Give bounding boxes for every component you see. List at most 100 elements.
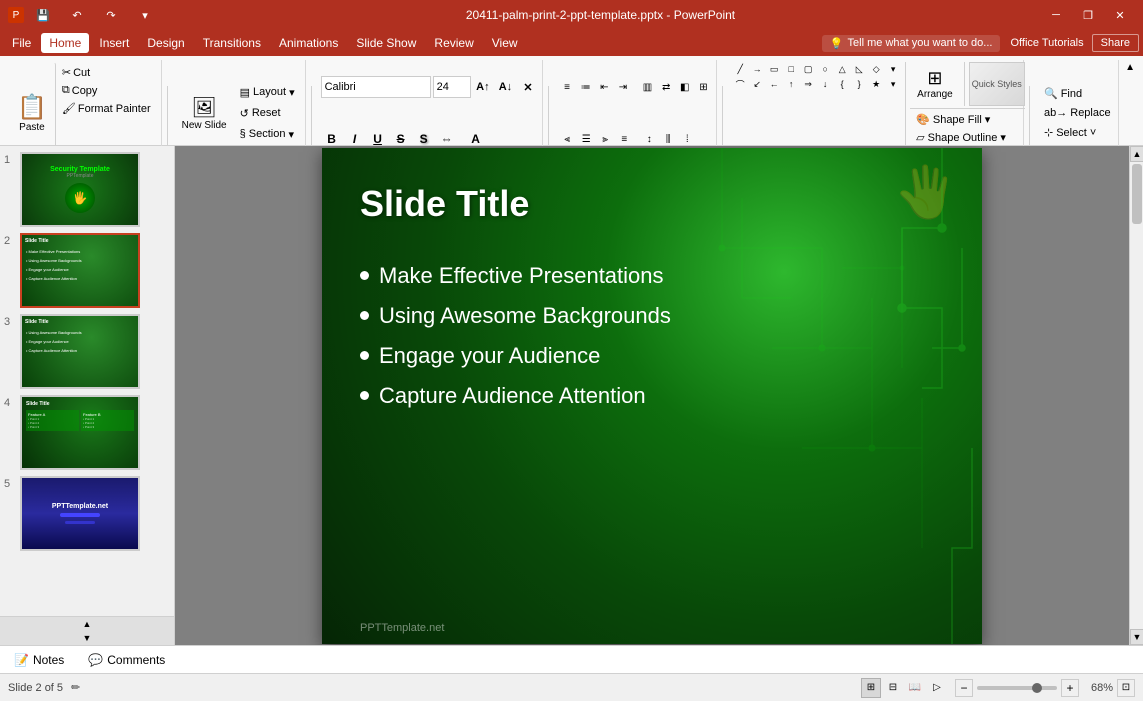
shape-right-brace[interactable]: } bbox=[851, 77, 867, 91]
shape-round-rect[interactable]: ▢ bbox=[800, 62, 816, 76]
reading-view-button[interactable]: 📖 bbox=[905, 678, 925, 698]
slide-image-5[interactable]: PPTTemplate.net bbox=[20, 476, 140, 551]
window-controls: ─ ❐ ✕ bbox=[1041, 5, 1135, 25]
bullets-button[interactable]: ≡ bbox=[558, 78, 576, 96]
panel-scroll-up[interactable]: ▲ bbox=[0, 617, 174, 631]
shape-more[interactable]: ▾ bbox=[885, 62, 901, 76]
bullet-text-3[interactable]: Engage your Audience bbox=[379, 343, 600, 369]
decrease-font-button[interactable]: A↓ bbox=[495, 77, 516, 97]
scroll-down-button[interactable]: ▼ bbox=[1130, 629, 1143, 645]
shape-tri[interactable]: △ bbox=[834, 62, 850, 76]
numbering-button[interactable]: ≔ bbox=[577, 78, 595, 96]
zoom-in-button[interactable]: + bbox=[1061, 679, 1079, 697]
shape-arrow[interactable]: → bbox=[749, 62, 765, 76]
shape-left-brace[interactable]: { bbox=[834, 77, 850, 91]
arrange-button[interactable]: ⊞ Arrange bbox=[910, 62, 960, 106]
normal-view-button[interactable]: ⊞ bbox=[861, 678, 881, 698]
bullet-text-2[interactable]: Using Awesome Backgrounds bbox=[379, 303, 671, 329]
slide-image-3[interactable]: Slide Title • Using Awesome Backgrounds … bbox=[20, 314, 140, 389]
menu-animations[interactable]: Animations bbox=[271, 33, 346, 53]
text-direction-button[interactable]: ⇄ bbox=[657, 78, 675, 96]
menu-view[interactable]: View bbox=[484, 33, 526, 53]
convert-smartart-button[interactable]: ⊞ bbox=[695, 78, 713, 96]
increase-indent-button[interactable]: ⇥ bbox=[614, 78, 632, 96]
slide-thumbnail-1[interactable]: 1 Security Template PPTemplate 🖐 bbox=[4, 152, 170, 227]
shape-line[interactable]: ╱ bbox=[732, 62, 748, 76]
font-family-input[interactable] bbox=[321, 76, 431, 98]
panel-scroll-down[interactable]: ▼ bbox=[0, 631, 174, 645]
redo-button[interactable]: ↷ bbox=[96, 5, 126, 25]
restore-button[interactable]: ❐ bbox=[1073, 5, 1103, 25]
slide-thumbnail-5[interactable]: 5 PPTTemplate.net bbox=[4, 476, 170, 551]
shape-circle[interactable]: ○ bbox=[817, 62, 833, 76]
minimize-button[interactable]: ─ bbox=[1041, 5, 1071, 25]
save-button[interactable]: 💾 bbox=[28, 5, 58, 25]
font-size-input[interactable] bbox=[433, 76, 471, 98]
shape-bend[interactable]: ↙ bbox=[749, 77, 765, 91]
menu-design[interactable]: Design bbox=[139, 33, 192, 53]
decrease-indent-button[interactable]: ⇤ bbox=[595, 78, 613, 96]
zoom-slider[interactable] bbox=[977, 686, 1057, 690]
slide-thumbnail-3[interactable]: 3 Slide Title • Using Awesome Background… bbox=[4, 314, 170, 389]
tell-me-box[interactable]: 💡 Tell me what you want to do... bbox=[822, 35, 1001, 52]
zoom-out-button[interactable]: − bbox=[955, 679, 973, 697]
customize-qat-button[interactable]: ▾ bbox=[130, 5, 160, 25]
menu-insert[interactable]: Insert bbox=[91, 33, 137, 53]
slide-sorter-button[interactable]: ⊟ bbox=[883, 678, 903, 698]
menu-review[interactable]: Review bbox=[426, 33, 481, 53]
cut-button[interactable]: ✂ Cut bbox=[58, 64, 155, 81]
increase-font-button[interactable]: A↑ bbox=[473, 77, 494, 97]
shape-curve[interactable]: ⌒ bbox=[732, 77, 748, 91]
menu-file[interactable]: File bbox=[4, 33, 39, 53]
menu-home[interactable]: Home bbox=[41, 33, 89, 53]
shape-outline-button[interactable]: ▱ Shape Outline ▾ bbox=[910, 129, 1025, 146]
shape-more2[interactable]: ▾ bbox=[885, 77, 901, 91]
share-button[interactable]: Share bbox=[1092, 34, 1139, 52]
clear-formatting-button[interactable]: ✕ bbox=[518, 77, 539, 97]
shape-d-arrow[interactable]: ↓ bbox=[817, 77, 833, 91]
new-slide-button[interactable]: 🖼 New Slide bbox=[177, 91, 232, 135]
bullet-text-1[interactable]: Make Effective Presentations bbox=[379, 263, 664, 289]
replace-button[interactable]: ab→ Replace bbox=[1039, 105, 1114, 121]
slide-title-text[interactable]: Slide Title bbox=[360, 183, 529, 225]
slide-thumbnail-2[interactable]: 2 Slide Title • Make Effective Presentat… bbox=[4, 233, 170, 308]
add-column-button[interactable]: ▥ bbox=[639, 78, 657, 96]
find-button[interactable]: 🔍 Find bbox=[1039, 85, 1114, 102]
shape-diamond[interactable]: ◇ bbox=[868, 62, 884, 76]
shape-star[interactable]: ★ bbox=[868, 77, 884, 91]
scroll-up-button[interactable]: ▲ bbox=[1130, 146, 1143, 162]
shape-rect[interactable]: ▭ bbox=[766, 62, 782, 76]
fit-to-window-button[interactable]: ⊡ bbox=[1117, 679, 1135, 697]
undo-button[interactable]: ↶ bbox=[62, 5, 92, 25]
slide-image-4[interactable]: Slide Title Feature A • Point 1 • Point … bbox=[20, 395, 140, 470]
reset-button[interactable]: ↺ Reset bbox=[234, 104, 301, 123]
comments-button[interactable]: 💬 Comments bbox=[82, 650, 171, 670]
shape-right-tri[interactable]: ◺ bbox=[851, 62, 867, 76]
format-painter-button[interactable]: 🖌 Format Painter bbox=[58, 100, 155, 117]
shape-u-arrow[interactable]: ↑ bbox=[783, 77, 799, 91]
shape-fill-button[interactable]: 🎨 Shape Fill ▾ bbox=[910, 111, 1025, 128]
office-tutorials-link[interactable]: Office Tutorials bbox=[1010, 37, 1083, 49]
layout-button[interactable]: ▤ Layout ▾ bbox=[234, 83, 301, 102]
zoom-thumb[interactable] bbox=[1032, 683, 1042, 693]
scroll-thumb[interactable] bbox=[1132, 164, 1142, 224]
shape-rect2[interactable]: □ bbox=[783, 62, 799, 76]
notes-button[interactable]: 📝 Notes bbox=[8, 650, 70, 670]
select-button[interactable]: ⊹ Select ˅ bbox=[1039, 124, 1114, 141]
section-button[interactable]: § Section ▾ bbox=[234, 125, 301, 144]
slideshow-button[interactable]: ▷ bbox=[927, 678, 947, 698]
slide-image-1[interactable]: Security Template PPTemplate 🖐 bbox=[20, 152, 140, 227]
menu-transitions[interactable]: Transitions bbox=[195, 33, 269, 53]
close-button[interactable]: ✕ bbox=[1105, 5, 1135, 25]
notes-edit-icon[interactable]: ✏ bbox=[71, 681, 80, 694]
smart-art-button[interactable]: ◧ bbox=[676, 78, 694, 96]
menu-slideshow[interactable]: Slide Show bbox=[348, 33, 424, 53]
quick-styles-button[interactable]: Quick Styles bbox=[969, 62, 1025, 106]
copy-button[interactable]: ⧉ Copy bbox=[58, 82, 155, 99]
shape-r-arrow2[interactable]: ⇒ bbox=[800, 77, 816, 91]
bullet-text-4[interactable]: Capture Audience Attention bbox=[379, 383, 646, 409]
shape-l-arrow[interactable]: ← bbox=[766, 77, 782, 91]
slide-image-2[interactable]: Slide Title • Make Effective Presentatio… bbox=[20, 233, 140, 308]
slide-thumbnail-4[interactable]: 4 Slide Title Feature A • Point 1 • Poin… bbox=[4, 395, 170, 470]
main-slide[interactable]: 🖐 Slide Title Make Effective Presentatio… bbox=[322, 148, 982, 644]
